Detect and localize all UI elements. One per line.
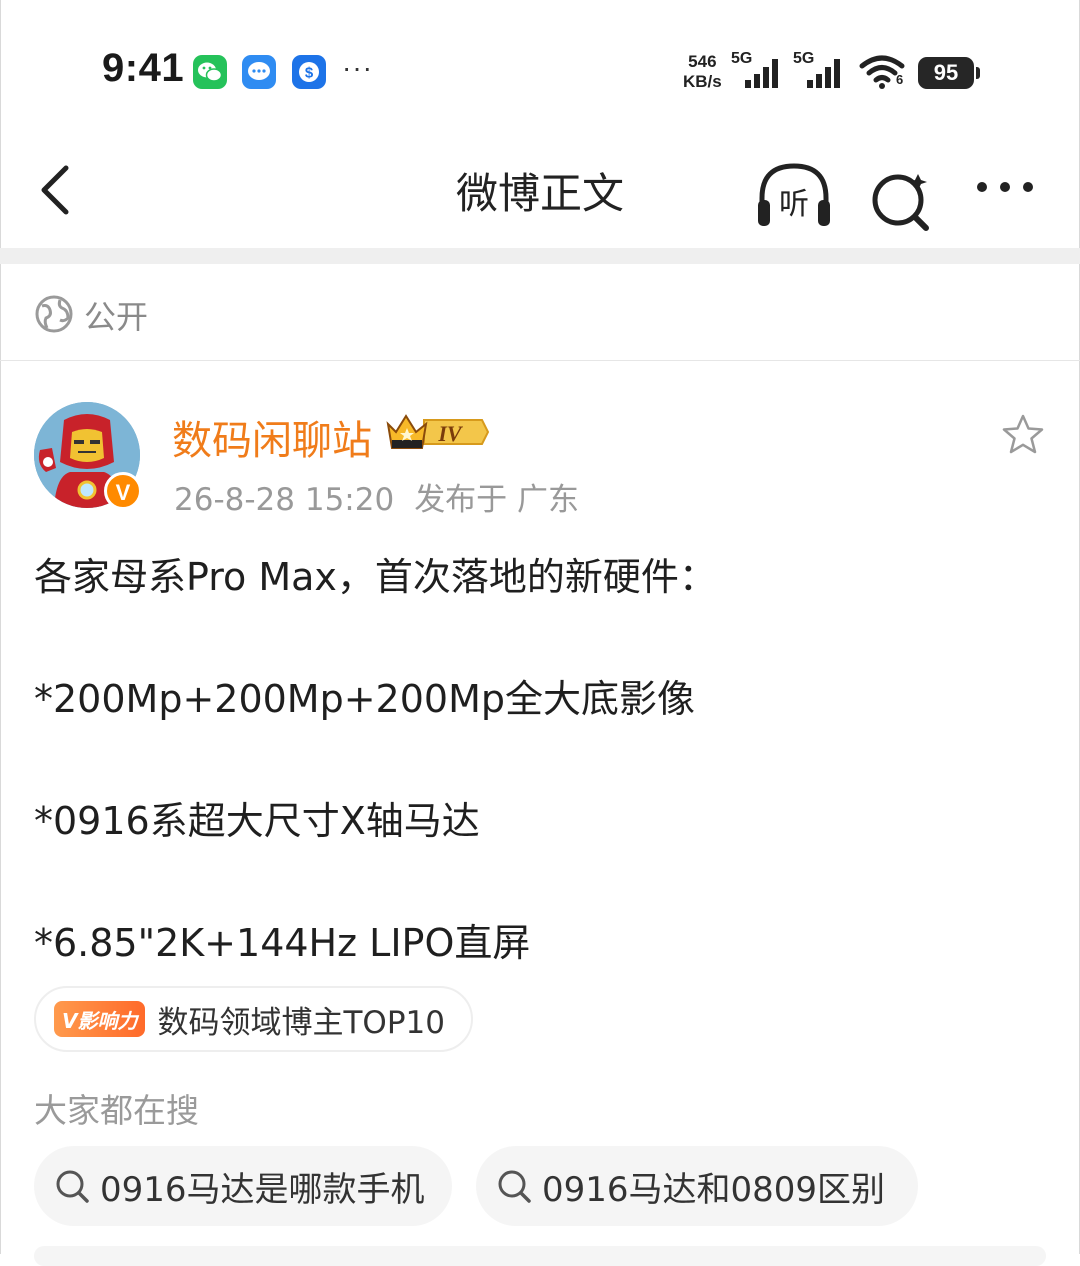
messages-icon <box>242 55 276 89</box>
post-line: *200Mp+200Mp+200Mp全大底影像 <box>34 677 695 721</box>
hot-search-chip-label: 0916马达是哪款手机 <box>100 1169 425 1210</box>
net-speed-value: 546 <box>688 52 717 71</box>
svg-text:$: $ <box>305 65 314 82</box>
more-button[interactable] <box>972 160 1042 210</box>
net-speed-unit: KB/s <box>683 72 722 91</box>
rank-text: IV <box>437 421 464 446</box>
influence-tag: V影响力 <box>54 1001 146 1037</box>
status-bar: 9:41 $ ··· 546 KB/s 5G 5G 6 95 <box>0 0 1080 140</box>
post-meta: 26-8-28 15:20 发布于 广东 <box>174 474 599 519</box>
section-divider <box>0 248 1080 264</box>
globe-icon <box>35 295 73 333</box>
post-line: *0916系超大尺寸X轴马达 <box>34 799 480 843</box>
status-time: 9:41 <box>102 46 185 90</box>
post-timestamp: 26-8-28 15:20 <box>174 482 395 518</box>
verified-badge: V <box>104 472 142 510</box>
listen-label: 听 <box>779 187 809 222</box>
more-horizontal-icon <box>977 182 1033 192</box>
post-line: *6.85"2K+144Hz LIPO直屏 <box>34 921 531 965</box>
search-sparkle-icon <box>872 174 929 231</box>
influence-badge[interactable]: V影响力 数码领域博主TOP10 <box>34 986 473 1052</box>
post-location: 发布于 广东 <box>414 482 580 518</box>
search-button[interactable] <box>866 154 936 234</box>
favorite-star-icon[interactable] <box>1000 412 1046 458</box>
hot-search-title: 大家都在搜 <box>34 1091 199 1130</box>
post-line: 各家母系Pro Max，首次落地的新硬件： <box>34 555 717 599</box>
influence-text: 数码领域博主TOP10 <box>157 1004 445 1041</box>
battery-indicator: 95 <box>918 57 980 89</box>
wechat-icon <box>193 55 227 89</box>
next-section-peek <box>34 1246 1046 1266</box>
wifi-badge: 6 <box>896 72 904 87</box>
wallet-icon: $ <box>292 55 326 89</box>
status-more-icon: ··· <box>342 52 373 83</box>
search-icon <box>56 1170 89 1203</box>
headphones-icon: 听 <box>758 163 830 226</box>
listen-button[interactable]: 听 <box>754 154 834 234</box>
visibility-row: 公开 <box>0 264 1080 361</box>
visibility-label: 公开 <box>84 298 149 336</box>
wifi-icon: 6 <box>858 52 912 96</box>
author-name[interactable]: 数码闲聊站 <box>172 408 372 466</box>
net-speed: 546 KB/s <box>683 52 722 92</box>
search-icon <box>498 1170 531 1203</box>
hot-search-chip[interactable]: 0916马达和0809区别 <box>476 1146 918 1226</box>
member-rank-badge[interactable]: IV <box>384 410 492 454</box>
hot-search-chip-label: 0916马达和0809区别 <box>542 1169 886 1210</box>
hot-search-chip[interactable]: 0916马达是哪款手机 <box>34 1146 452 1226</box>
nav-bar: 微博正文 听 <box>0 140 1080 248</box>
